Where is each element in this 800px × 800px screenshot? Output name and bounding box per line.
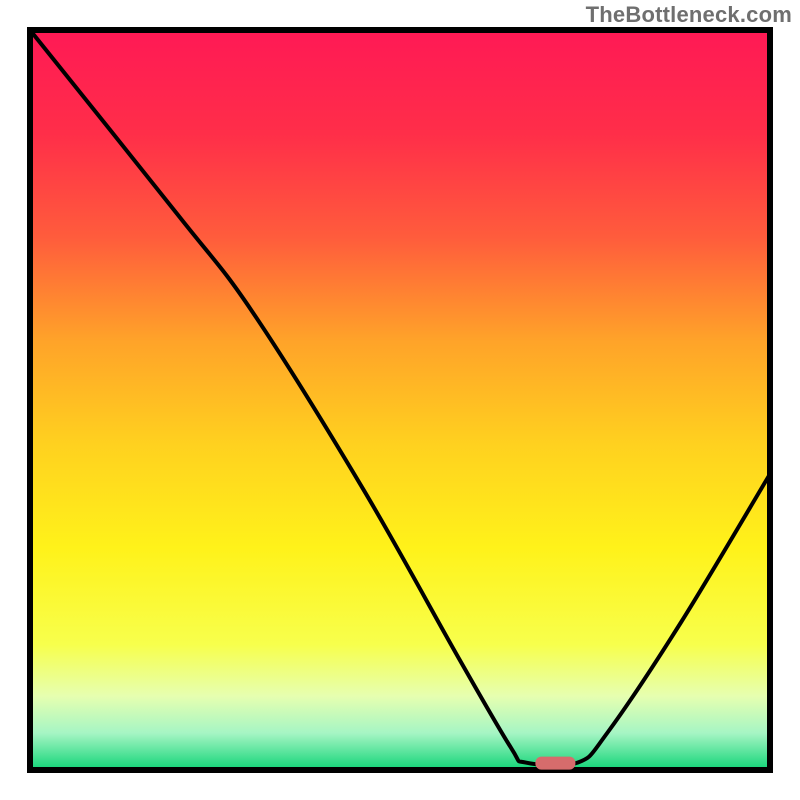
chart-container: TheBottleneck.com <box>0 0 800 800</box>
plot-area <box>24 24 776 776</box>
chart-svg <box>24 24 776 776</box>
marker-pill <box>535 757 575 770</box>
